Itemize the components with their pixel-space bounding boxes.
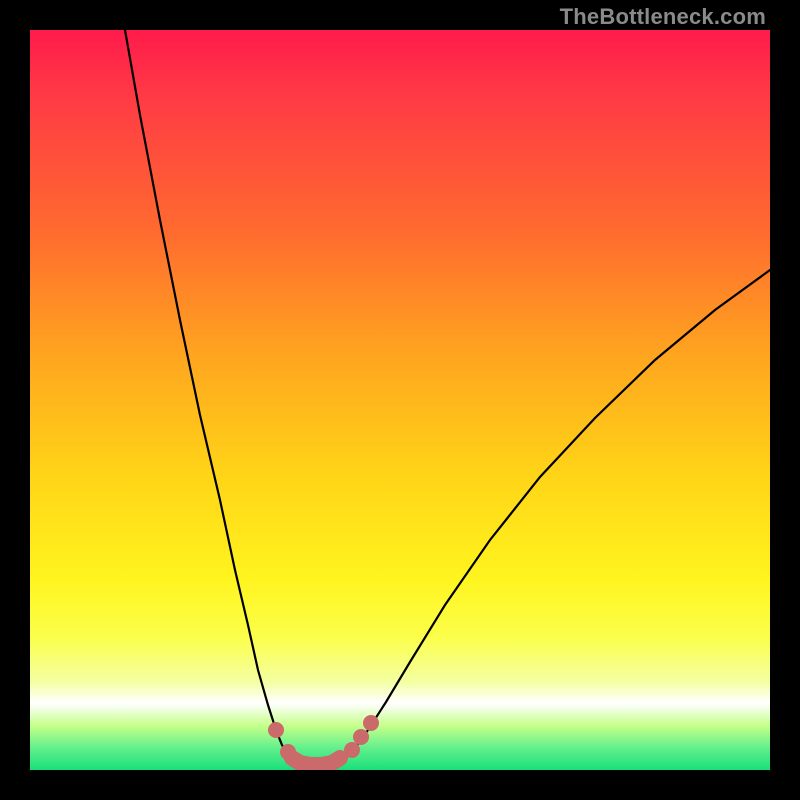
right-marker-3: [363, 715, 379, 731]
bottleneck-curve-plot: [30, 30, 770, 770]
right-marker-2: [353, 729, 369, 745]
bottom-thick-arc: [292, 758, 340, 765]
marker-group: [268, 715, 379, 760]
curve-right-branch: [344, 270, 770, 760]
curve-left-branch: [125, 30, 298, 762]
left-marker-upper: [268, 722, 284, 738]
right-marker-1: [344, 742, 360, 758]
chart-frame: [30, 30, 770, 770]
left-marker-lower: [280, 744, 296, 760]
attribution-text: TheBottleneck.com: [560, 4, 766, 30]
